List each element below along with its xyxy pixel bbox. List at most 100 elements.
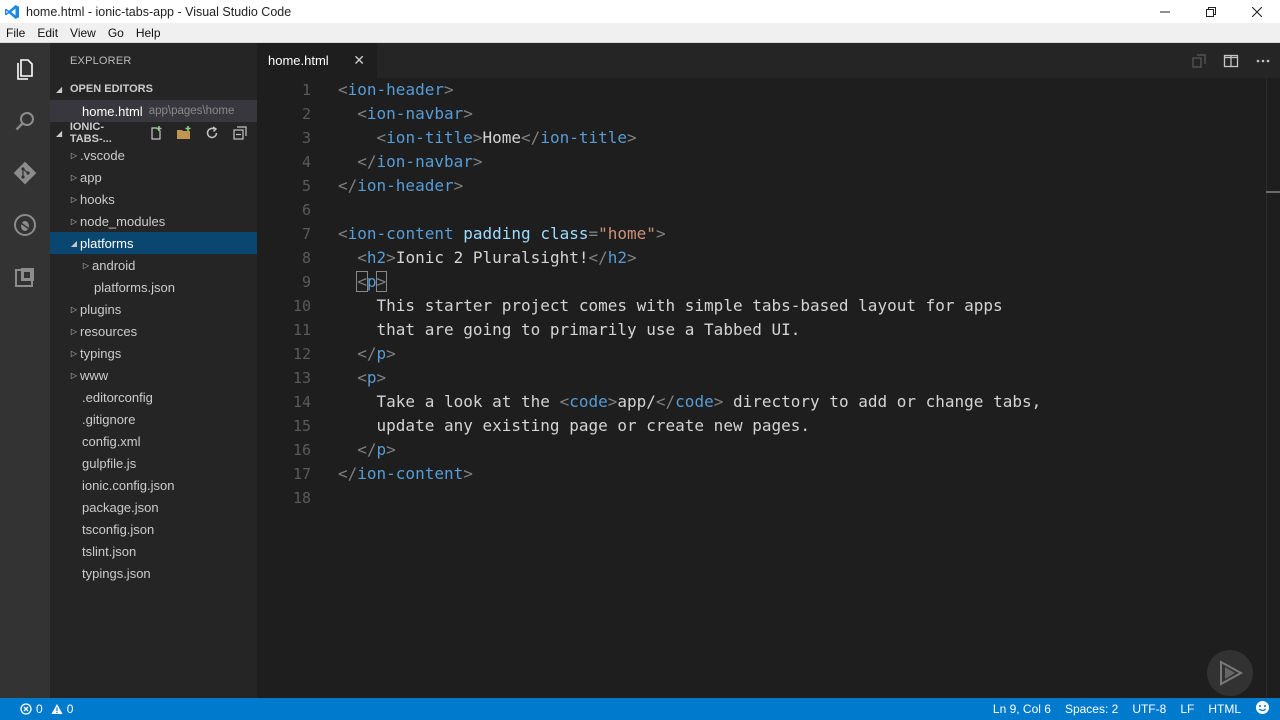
code-token: > bbox=[375, 271, 388, 292]
new-folder-button[interactable] bbox=[173, 124, 195, 142]
open-editors-header[interactable]: ◢ OPEN EDITORS bbox=[50, 78, 257, 100]
code-token: < bbox=[338, 80, 348, 99]
code-text: that are going to primarily use a Tabbed… bbox=[338, 318, 801, 342]
tree-folder-item[interactable]: ▷ www bbox=[50, 364, 257, 386]
smiley-icon bbox=[1256, 701, 1269, 714]
code-token: > bbox=[463, 464, 473, 483]
line-number: 15 bbox=[292, 417, 311, 435]
code-token: ion-header bbox=[357, 176, 454, 195]
warning-icon bbox=[51, 704, 63, 714]
cursor-position[interactable]: Ln 9, Col 6 bbox=[993, 702, 1051, 716]
tree-folder-item[interactable]: ▷ resources bbox=[50, 320, 257, 342]
play-icon bbox=[1220, 660, 1244, 686]
video-play-button[interactable] bbox=[1207, 650, 1253, 696]
code-token: p bbox=[376, 440, 387, 459]
tree-file-item[interactable]: .editorconfig bbox=[50, 386, 257, 408]
menu-edit[interactable]: Edit bbox=[31, 26, 64, 40]
line-number: 18 bbox=[292, 489, 311, 507]
code-text: <p> bbox=[338, 270, 388, 294]
activity-debug[interactable] bbox=[0, 199, 50, 251]
code-token: h2 bbox=[607, 248, 627, 267]
chevron-down-icon: ◢ bbox=[56, 84, 63, 94]
refresh-button[interactable] bbox=[201, 124, 223, 142]
line-number: 9 bbox=[301, 273, 311, 291]
tree-item-label: app bbox=[80, 169, 102, 185]
tree-folder-item[interactable]: ▷ typings bbox=[50, 342, 257, 364]
code-text: This starter project comes with simple t… bbox=[338, 294, 1003, 318]
tree-file-item[interactable]: package.json bbox=[50, 496, 257, 518]
activity-extensions[interactable] bbox=[0, 251, 50, 303]
tree-item-label: .editorconfig bbox=[82, 389, 153, 405]
new-file-button[interactable] bbox=[145, 124, 167, 142]
vertical-scrollbar[interactable] bbox=[1266, 78, 1280, 698]
code-line: 9 <p> bbox=[257, 270, 1265, 294]
menu-file[interactable]: File bbox=[0, 26, 31, 40]
open-editor-item[interactable]: home.html app\pages\home bbox=[50, 100, 257, 122]
collapse-all-button[interactable] bbox=[229, 124, 251, 142]
tree-file-item[interactable]: .gitignore bbox=[50, 408, 257, 430]
explorer-icon bbox=[17, 59, 33, 80]
menu-view[interactable]: View bbox=[64, 26, 102, 40]
tree-folder-item[interactable]: ▷ node_modules bbox=[50, 210, 257, 232]
close-window-button[interactable] bbox=[1234, 0, 1280, 23]
code-token: code bbox=[675, 392, 714, 411]
code-token: </ bbox=[357, 152, 377, 171]
end-of-line[interactable]: LF bbox=[1180, 702, 1194, 716]
project-actions bbox=[145, 124, 257, 142]
project-header[interactable]: ◢ IONIC-TABS-... bbox=[50, 121, 257, 145]
code-token: < bbox=[376, 128, 387, 147]
tree-folder-item[interactable]: ▷ android bbox=[50, 254, 257, 276]
tree-folder-item[interactable]: ◢ platforms bbox=[50, 232, 257, 254]
code-token: > bbox=[472, 152, 483, 171]
code-editor[interactable]: 1 <ion-header> 2 <ion-navbar> 3 <ion-title>… bbox=[257, 78, 1280, 698]
tree-file-item[interactable]: config.xml bbox=[50, 430, 257, 452]
indentation[interactable]: Spaces: 2 bbox=[1065, 702, 1118, 716]
restore-button[interactable] bbox=[1188, 0, 1234, 23]
open-editor-name: home.html bbox=[82, 103, 143, 119]
tree-folder-item[interactable]: ▷ app bbox=[50, 166, 257, 188]
tree-file-item[interactable]: ionic.config.json bbox=[50, 474, 257, 496]
split-editor-button[interactable] bbox=[1222, 52, 1240, 70]
tree-item-label: package.json bbox=[82, 499, 159, 515]
status-right: Ln 9, Col 6 Spaces: 2 UTF-8 LF HTML bbox=[993, 700, 1280, 718]
tree-folder-item[interactable]: ▷ hooks bbox=[50, 188, 257, 210]
more-actions-button[interactable] bbox=[1254, 52, 1272, 70]
encoding[interactable]: UTF-8 bbox=[1132, 702, 1166, 716]
code-token: > bbox=[386, 440, 396, 459]
tab-home-html[interactable]: home.html ✕ bbox=[257, 43, 377, 78]
tree-folder-item[interactable]: ▷ plugins bbox=[50, 298, 257, 320]
open-changes-button[interactable] bbox=[1190, 52, 1208, 70]
activity-search[interactable] bbox=[0, 95, 50, 147]
tree-file-item[interactable]: tsconfig.json bbox=[50, 518, 257, 540]
tree-file-item[interactable]: platforms.json bbox=[50, 276, 257, 298]
collapse-all-icon bbox=[233, 126, 247, 140]
close-tab-icon[interactable]: ✕ bbox=[353, 52, 365, 69]
code-line: 2 <ion-navbar> bbox=[257, 102, 1265, 126]
open-changes-icon bbox=[1192, 53, 1206, 68]
language-mode[interactable]: HTML bbox=[1208, 702, 1241, 716]
feedback-button[interactable] bbox=[1255, 700, 1270, 718]
minimize-button[interactable] bbox=[1142, 0, 1188, 23]
activity-git[interactable] bbox=[0, 147, 50, 199]
line-number: 16 bbox=[292, 441, 311, 459]
title-bar: home.html - ionic-tabs-app - Visual Stud… bbox=[0, 0, 1280, 23]
debug-icon bbox=[14, 214, 36, 236]
editor-actions bbox=[1190, 43, 1272, 78]
menu-go[interactable]: Go bbox=[102, 26, 130, 40]
problems-indicator[interactable]: 0 0 bbox=[0, 702, 73, 716]
tree-file-item[interactable]: typings.json bbox=[50, 562, 257, 584]
tree-file-item[interactable]: gulpfile.js bbox=[50, 452, 257, 474]
project-label: IONIC-TABS-... bbox=[69, 121, 112, 145]
tree-file-item[interactable]: tslint.json bbox=[50, 540, 257, 562]
menu-help[interactable]: Help bbox=[130, 26, 167, 40]
code-line: 11 that are going to primarily use a Tab… bbox=[257, 318, 1265, 342]
code-token: p bbox=[376, 344, 387, 363]
activity-explorer[interactable] bbox=[0, 43, 50, 95]
code-token: > bbox=[386, 248, 396, 267]
chevron-right-icon: ▷ bbox=[70, 150, 78, 160]
tree-folder-item[interactable]: ▷ .vscode bbox=[50, 144, 257, 166]
code-token: "home" bbox=[598, 224, 656, 243]
chevron-right-icon: ▷ bbox=[82, 260, 90, 270]
